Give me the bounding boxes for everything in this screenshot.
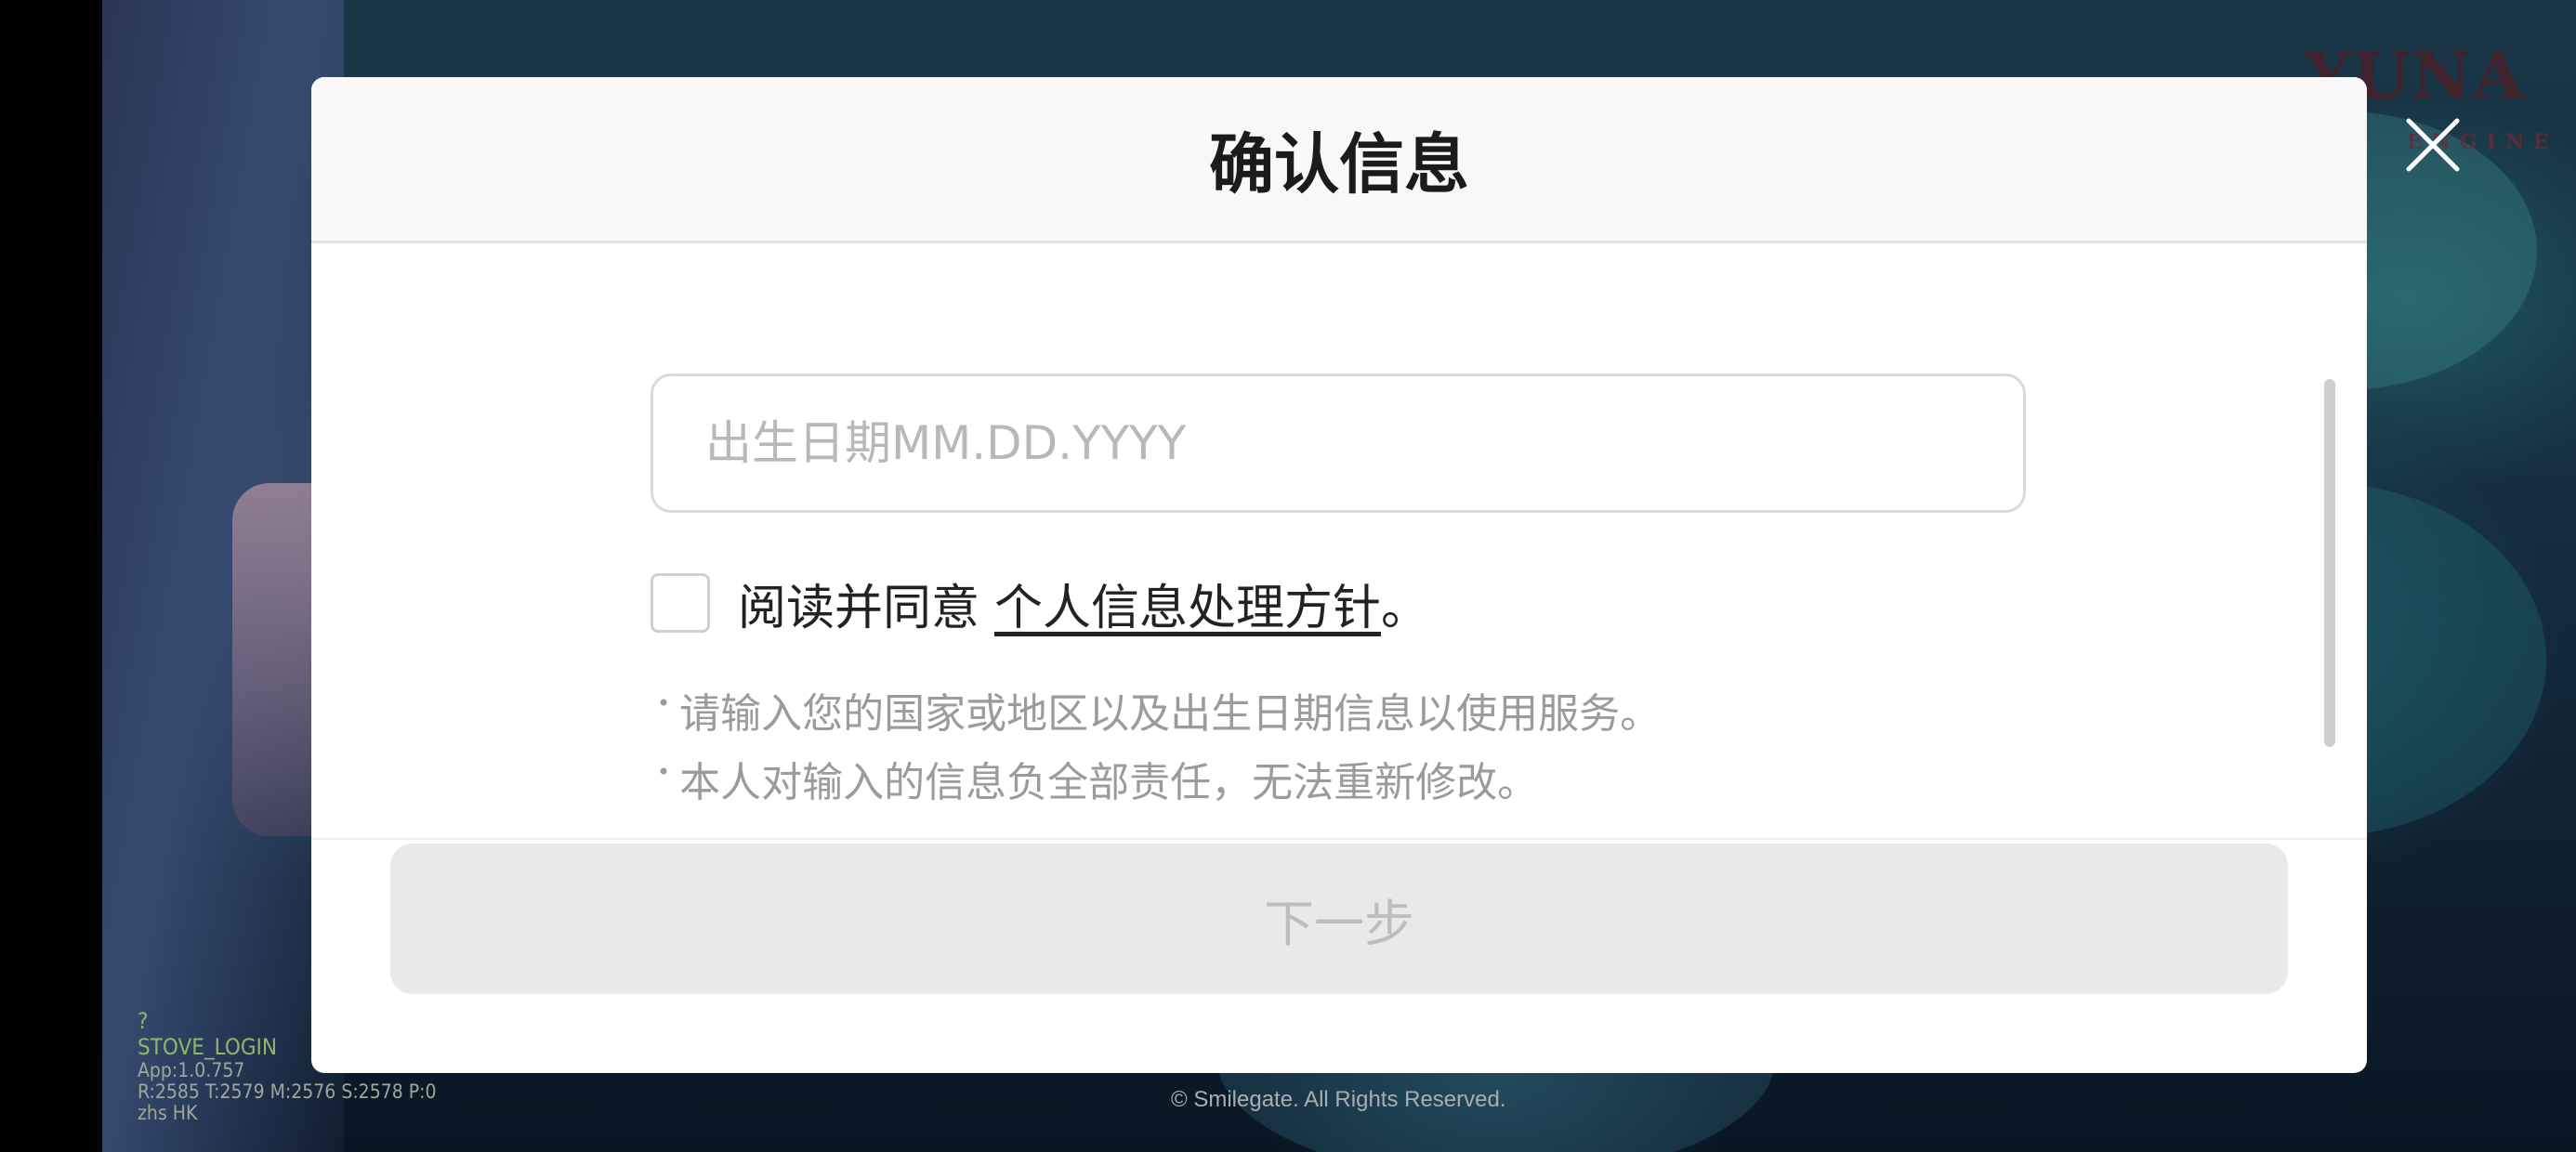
note-text: 本人对输入的信息负全部责任，无法重新修改。 [679,759,1539,806]
notes-list: • 请输入您的国家或地区以及出生日期信息以使用服务。 • 本人对输入的信息负全部… [657,680,1661,818]
modal-header: 确认信息 [311,77,2367,243]
modal-title: 确认信息 [1209,125,1469,203]
modal-content: 阅读并同意 个人信息处理方针 。 • 请输入您的国家或地区以及出生日期信息以使用… [311,243,2367,838]
bullet-icon: • [657,759,671,785]
note-item: • 请输入您的国家或地区以及出生日期信息以使用服务。 [657,680,1661,749]
copyright-text: © Smilegate. All Rights Reserved. [1171,1087,1506,1112]
note-text: 请输入您的国家或地区以及出生日期信息以使用服务。 [679,690,1662,738]
debug-line: zhs HK [138,1102,198,1124]
close-button[interactable] [2398,110,2468,180]
footer-divider [311,838,2367,840]
next-button[interactable]: 下一步 [390,844,2288,994]
confirm-info-modal: 确认信息 阅读并同意 个人信息处理方针 。 • 请输入您的国家或地区以及出生日期… [311,77,2367,1073]
close-icon [2406,118,2460,172]
left-black-bar [0,0,102,1152]
note-item: • 本人对输入的信息负全部责任，无法重新修改。 [657,749,1661,818]
agree-prefix: 阅读并同意 [738,580,980,636]
agree-row: 阅读并同意 个人信息处理方针 。 [651,569,1430,638]
privacy-policy-link[interactable]: 个人信息处理方针 [994,569,1381,638]
agree-checkbox[interactable] [651,573,710,633]
debug-line: R:2585 T:2579 M:2576 S:2578 P:0 [138,1080,437,1103]
birthdate-input[interactable] [651,373,2026,513]
agree-suffix: 。 [1381,580,1430,636]
bullet-icon: • [657,690,671,716]
content-scrollbar[interactable] [2324,379,2335,747]
